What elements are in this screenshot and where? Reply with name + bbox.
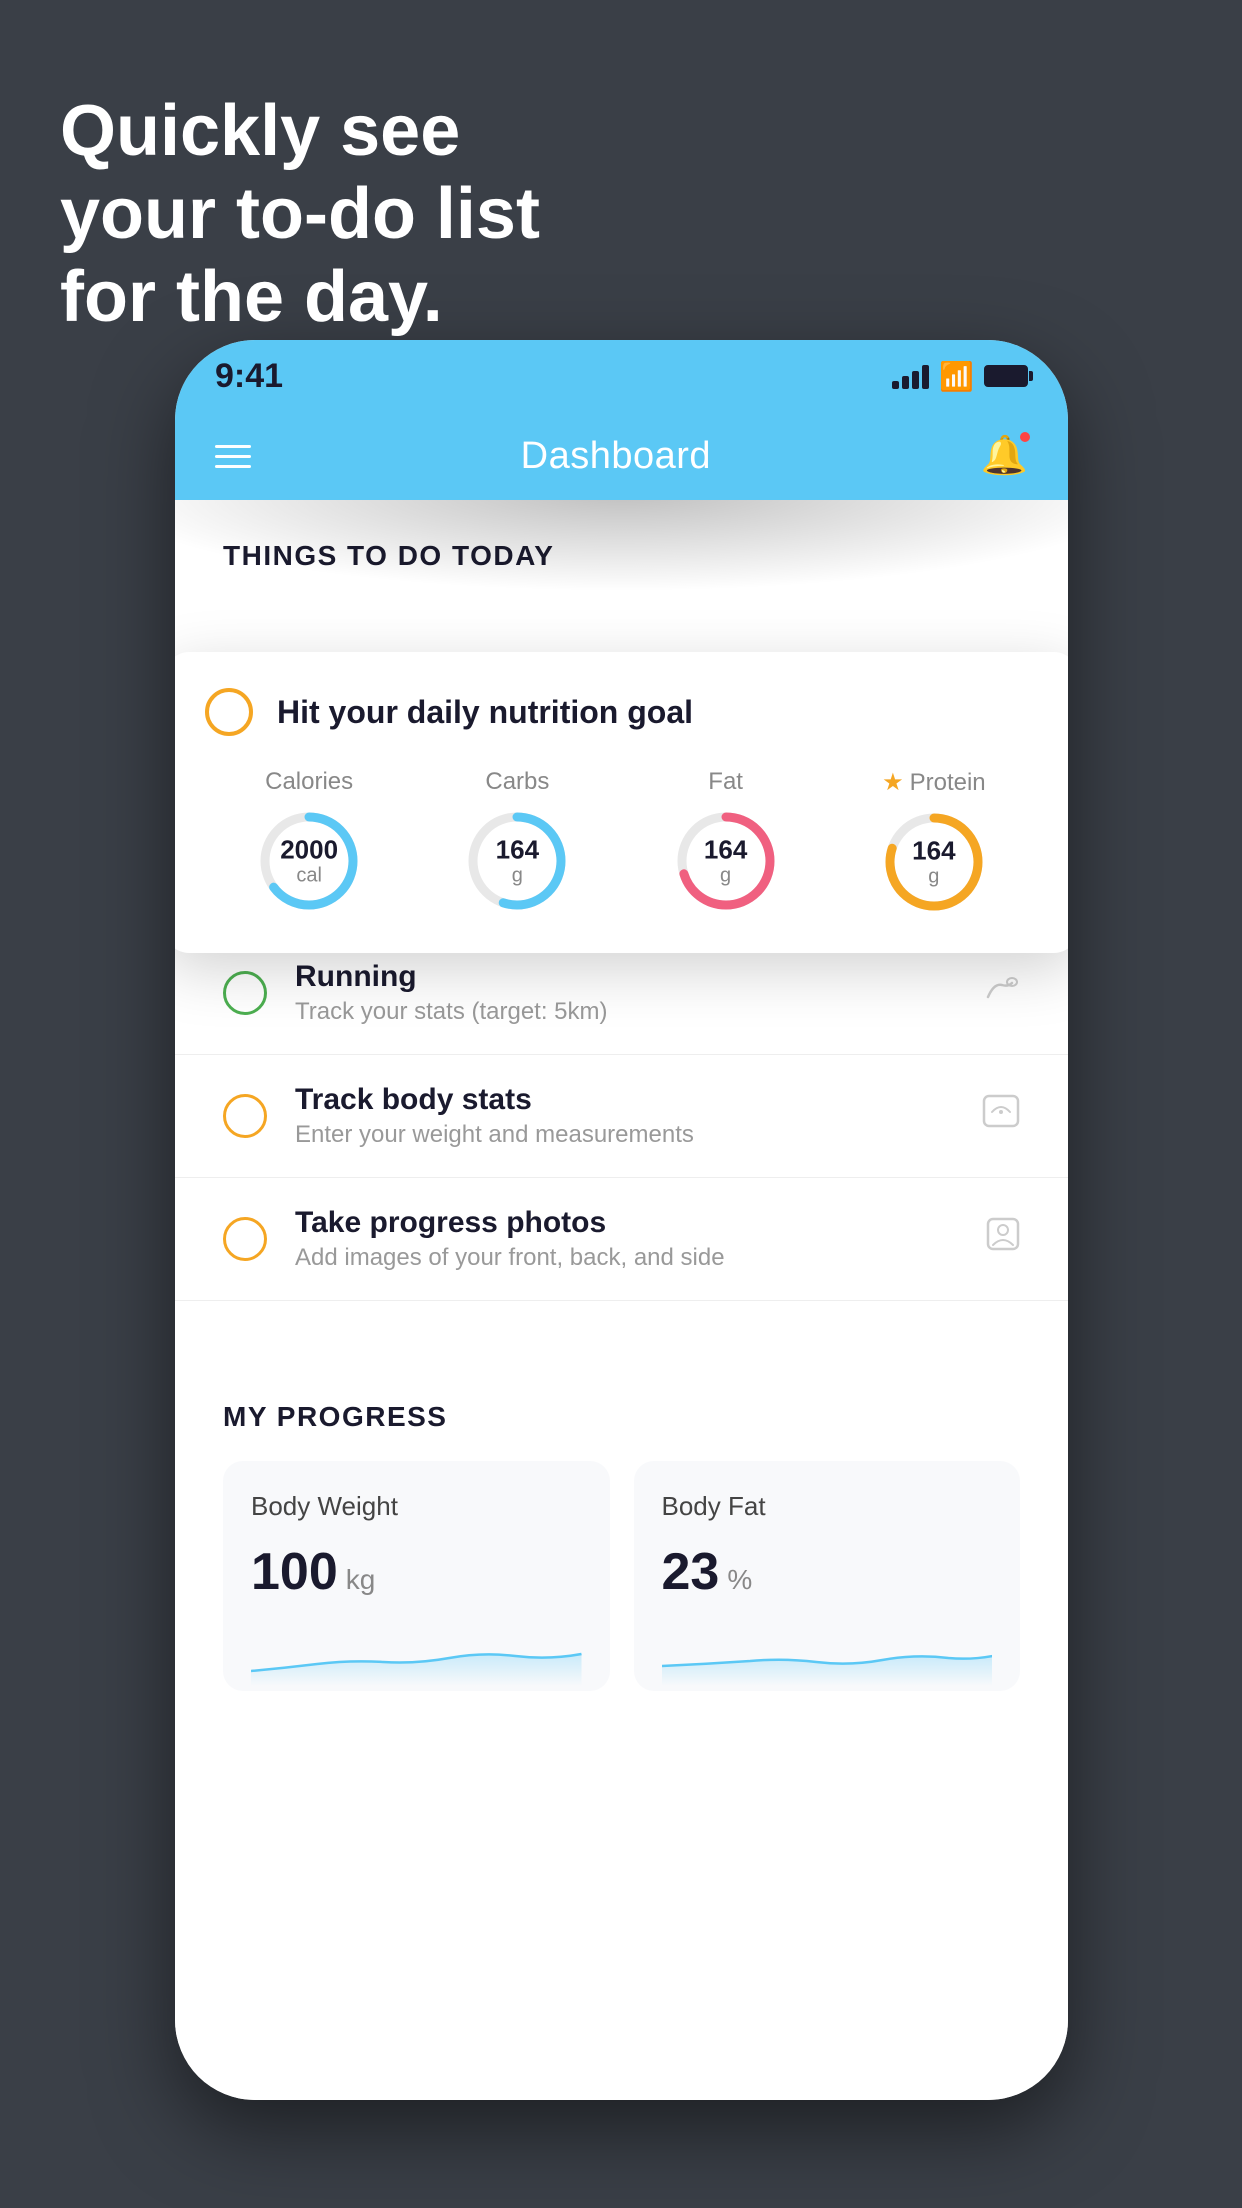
progress-photos-subtitle: Add images of your front, back, and side <box>295 1244 958 1272</box>
body-weight-unit: kg <box>346 1564 376 1596</box>
status-time: 9:41 <box>215 357 283 396</box>
body-weight-card: Body Weight 100 kg <box>223 1461 610 1691</box>
calories-donut: 2000 cal <box>254 806 364 916</box>
fat-number: 164 <box>704 836 747 865</box>
todo-progress-photos[interactable]: Take progress photos Add images of your … <box>175 1178 1068 1301</box>
body-stats-text: Track body stats Enter your weight and m… <box>295 1083 954 1149</box>
protein-donut: 164 g <box>879 807 989 917</box>
body-fat-card: Body Fat 23 % <box>634 1461 1021 1691</box>
carbs-number: 164 <box>496 836 539 865</box>
protein-unit: g <box>912 865 955 887</box>
body-weight-title: Body Weight <box>251 1491 582 1522</box>
signal-icon <box>892 363 929 389</box>
things-to-do-header: THINGS TO DO TODAY <box>175 500 1068 592</box>
card-header: Hit your daily nutrition goal <box>205 688 1038 736</box>
nav-title: Dashboard <box>521 435 711 478</box>
running-check-circle <box>223 971 267 1015</box>
body-fat-title: Body Fat <box>662 1491 993 1522</box>
todo-body-stats[interactable]: Track body stats Enter your weight and m… <box>175 1055 1068 1178</box>
fat-value-text: 164 g <box>704 836 747 887</box>
headline-line2: your to-do list <box>60 173 540 256</box>
nutrition-card-title: Hit your daily nutrition goal <box>277 694 693 731</box>
body-weight-chart <box>251 1626 582 1686</box>
headline-line1: Quickly see <box>60 90 540 173</box>
wifi-icon: 📶 <box>939 360 974 393</box>
scale-icon <box>982 1094 1020 1138</box>
progress-photos-check-circle <box>223 1217 267 1261</box>
running-icon <box>980 972 1020 1015</box>
fat-unit: g <box>704 864 747 886</box>
progress-cards: Body Weight 100 kg <box>223 1461 1020 1691</box>
body-fat-unit: % <box>727 1564 752 1596</box>
nutrition-grid: Calories 2000 cal <box>205 768 1038 917</box>
progress-section: MY PROGRESS Body Weight 100 kg <box>175 1361 1068 1691</box>
calories-value-text: 2000 cal <box>280 836 338 887</box>
body-fat-chart <box>662 1626 993 1686</box>
carbs-donut: 164 g <box>462 806 572 916</box>
carbs-value-text: 164 g <box>496 836 539 887</box>
progress-photos-text: Take progress photos Add images of your … <box>295 1206 958 1272</box>
calories-number: 2000 <box>280 836 338 865</box>
body-fat-number: 23 <box>662 1542 720 1602</box>
todo-list: Running Track your stats (target: 5km) T… <box>175 932 1068 1301</box>
star-icon: ★ <box>882 768 904 797</box>
running-subtitle: Track your stats (target: 5km) <box>295 998 952 1026</box>
notification-bell[interactable]: 🔔 <box>981 434 1028 478</box>
protein-label: ★ Protein <box>882 768 986 797</box>
protein-value-text: 164 g <box>912 837 955 888</box>
calories-unit: cal <box>280 864 338 886</box>
fat-label: Fat <box>708 768 743 796</box>
status-bar: 9:41 📶 <box>175 340 1068 412</box>
nutrition-fat: Fat 164 g <box>671 768 781 916</box>
phone-shell: 9:41 📶 Dashboard 🔔 THINGS TO DO TODAY <box>175 340 1068 2100</box>
fat-donut: 164 g <box>671 806 781 916</box>
nutrition-check-circle[interactable] <box>205 688 253 736</box>
hamburger-menu[interactable] <box>215 445 251 468</box>
body-stats-check-circle <box>223 1094 267 1138</box>
nutrition-card: Hit your daily nutrition goal Calories 2 <box>175 652 1068 953</box>
status-icons: 📶 <box>892 360 1028 393</box>
body-weight-number: 100 <box>251 1542 338 1602</box>
body-stats-subtitle: Enter your weight and measurements <box>295 1121 954 1149</box>
nutrition-carbs: Carbs 164 g <box>462 768 572 916</box>
person-icon <box>986 1217 1020 1261</box>
nutrition-calories: Calories 2000 cal <box>254 768 364 916</box>
progress-photos-title: Take progress photos <box>295 1206 958 1240</box>
carbs-unit: g <box>496 864 539 886</box>
notification-dot <box>1018 430 1032 444</box>
body-stats-title: Track body stats <box>295 1083 954 1117</box>
protein-number: 164 <box>912 837 955 866</box>
body-weight-value: 100 kg <box>251 1542 582 1602</box>
nav-bar: Dashboard 🔔 <box>175 412 1068 500</box>
phone-content: THINGS TO DO TODAY Hit your daily nutrit… <box>175 500 1068 2100</box>
body-fat-value: 23 % <box>662 1542 993 1602</box>
calories-label: Calories <box>265 768 353 796</box>
carbs-label: Carbs <box>485 768 549 796</box>
battery-icon <box>984 365 1028 387</box>
running-text: Running Track your stats (target: 5km) <box>295 960 952 1026</box>
nutrition-protein: ★ Protein 164 g <box>879 768 989 917</box>
progress-header: MY PROGRESS <box>223 1401 1020 1433</box>
headline-line3: for the day. <box>60 256 540 339</box>
headline: Quickly see your to-do list for the day. <box>60 90 540 338</box>
running-title: Running <box>295 960 952 994</box>
